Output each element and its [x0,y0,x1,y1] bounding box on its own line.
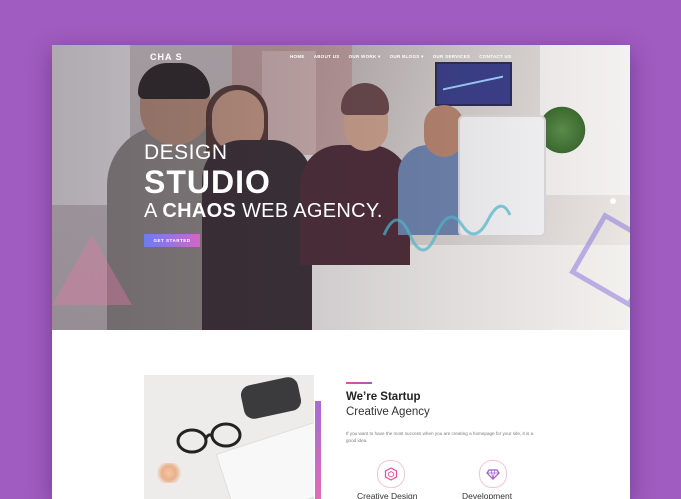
get-started-button[interactable]: GET STARTED [144,234,200,247]
hero-line-studio: STUDIO [144,164,271,200]
accent-bar [315,401,321,499]
hexagon-icon [377,460,405,488]
workspace-photo [144,375,314,499]
website-frame: CHA S HOME ABOUT US OUR WORK ▾ OUR BLOGS… [52,45,630,499]
section-body: If you want to have the most success whe… [346,431,534,443]
section-subtitle: Creative Agency [346,406,430,418]
nav-item-contact-us[interactable]: CONTACT US [479,54,511,60]
section-accent-line [346,382,372,384]
section-title: We’re Startup [346,391,421,403]
decorative-wave [382,204,512,252]
diamond-icon [479,460,507,488]
hero-line-design: DESIGN [144,141,228,164]
service-label-development: Development [462,491,513,499]
hero-headline: DESIGN STUDIO A CHAOS WEB AGENCY. [144,141,383,223]
decorative-triangle [52,235,132,305]
nav-item-our-services[interactable]: OUR SERVICES [433,54,471,60]
hero-line-agency: A CHAOS WEB AGENCY. [144,200,383,222]
hero-section: CHA S HOME ABOUT US OUR WORK ▾ OUR BLOGS… [52,45,630,330]
nav-menu: HOME ABOUT US OUR WORK ▾ OUR BLOGS ▾ OUR… [290,54,511,60]
nav-item-home[interactable]: HOME [290,54,305,60]
nav-item-our-work[interactable]: OUR WORK ▾ [349,54,381,60]
slider-dot[interactable] [610,198,616,204]
nav-item-our-blogs[interactable]: OUR BLOGS ▾ [390,54,424,60]
service-label-creative-design: Creative Design [357,491,418,499]
glasses-image [176,422,242,454]
logo[interactable]: CHA S [150,52,183,62]
hero-brand-word: CHAOS [162,200,237,222]
nav-item-about-us[interactable]: ABOUT US [314,54,340,60]
glasses-case [239,375,303,421]
top-navigation: CHA S HOME ABOUT US OUR WORK ▾ OUR BLOGS… [52,45,630,69]
